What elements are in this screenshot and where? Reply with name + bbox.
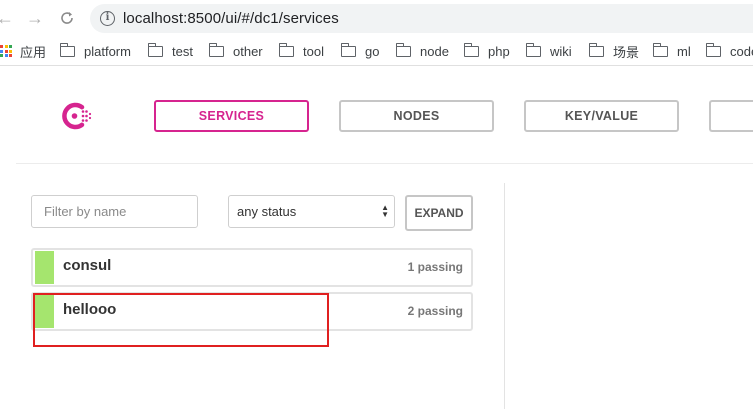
apps-grid-icon xyxy=(0,45,12,57)
bookmark-label: code xyxy=(730,43,753,59)
passing-status-bar xyxy=(35,251,54,284)
bookmark-folder-platform[interactable]: platform xyxy=(59,42,131,60)
bookmark-label: 场景 xyxy=(613,44,640,60)
bookmark-label: other xyxy=(233,43,263,59)
panel-divider xyxy=(504,183,505,409)
service-status: 1 passing xyxy=(407,260,463,274)
forward-arrow-icon[interactable]: → xyxy=(24,7,46,29)
header-divider xyxy=(16,163,753,164)
bookmark-folder-scene[interactable]: 场景 xyxy=(588,42,640,60)
folder-icon xyxy=(59,42,75,57)
info-icon[interactable]: i xyxy=(100,11,115,26)
nav-key-value-button[interactable]: KEY/VALUE xyxy=(524,100,679,132)
bookmark-label: node xyxy=(420,43,449,59)
folder-icon xyxy=(340,42,356,57)
folder-icon xyxy=(147,42,163,57)
bookmark-label: wiki xyxy=(550,43,572,59)
reload-icon[interactable] xyxy=(56,7,78,29)
folder-icon xyxy=(652,42,668,57)
expand-button[interactable]: EXPAND xyxy=(405,195,473,231)
folder-icon xyxy=(278,42,294,57)
service-name: consul xyxy=(63,257,112,274)
browser-toolbar: ← → i localhost:8500/ui/#/dc1/services xyxy=(0,0,753,36)
bookmark-folder-other[interactable]: other xyxy=(208,42,263,60)
service-status: 2 passing xyxy=(407,304,463,318)
consul-logo-icon[interactable] xyxy=(62,101,92,131)
bookmark-apps-label: 应用 xyxy=(20,44,47,60)
filter-by-name-input[interactable] xyxy=(31,195,198,228)
bookmark-label: go xyxy=(365,43,380,59)
nav-services-button[interactable]: SERVICES xyxy=(154,100,309,132)
bookmark-folder-ml[interactable]: ml xyxy=(652,42,691,60)
status-select[interactable]: any status ▲ ▼ xyxy=(228,195,395,228)
highlight-annotation-box xyxy=(33,293,329,347)
back-arrow-icon[interactable]: ← xyxy=(0,7,16,29)
folder-icon xyxy=(588,42,604,57)
folder-icon xyxy=(395,42,411,57)
bookmark-label: tool xyxy=(303,43,324,59)
bookmark-folder-php[interactable]: php xyxy=(463,42,510,60)
bookmark-folder-code[interactable]: code xyxy=(705,42,753,60)
folder-icon xyxy=(208,42,224,57)
bookmark-folder-tool[interactable]: tool xyxy=(278,42,324,60)
bookmark-folder-go[interactable]: go xyxy=(340,42,380,60)
bookmark-label: ml xyxy=(677,43,691,59)
bookmarks-bar: 应用 platform test other tool go node php … xyxy=(0,36,753,66)
url-text: localhost:8500/ui/#/dc1/services xyxy=(123,10,339,27)
service-row-consul[interactable]: consul 1 passing xyxy=(31,248,473,287)
bookmark-label: platform xyxy=(84,43,131,59)
address-bar[interactable]: i localhost:8500/ui/#/dc1/services xyxy=(90,4,753,33)
bookmark-folder-wiki[interactable]: wiki xyxy=(525,42,572,60)
nav-more-button[interactable] xyxy=(709,100,753,132)
bookmark-folder-node[interactable]: node xyxy=(395,42,449,60)
folder-icon xyxy=(463,42,479,57)
folder-icon xyxy=(705,42,721,57)
select-arrows-icon: ▲ ▼ xyxy=(381,203,389,219)
bookmark-apps[interactable]: 应用 xyxy=(0,42,46,60)
folder-icon xyxy=(525,42,541,57)
bookmark-label: php xyxy=(488,43,510,59)
status-select-value: any status xyxy=(237,204,297,219)
nav-nodes-button[interactable]: NODES xyxy=(339,100,494,132)
bookmark-folder-test[interactable]: test xyxy=(147,42,193,60)
bookmark-label: test xyxy=(172,43,193,59)
